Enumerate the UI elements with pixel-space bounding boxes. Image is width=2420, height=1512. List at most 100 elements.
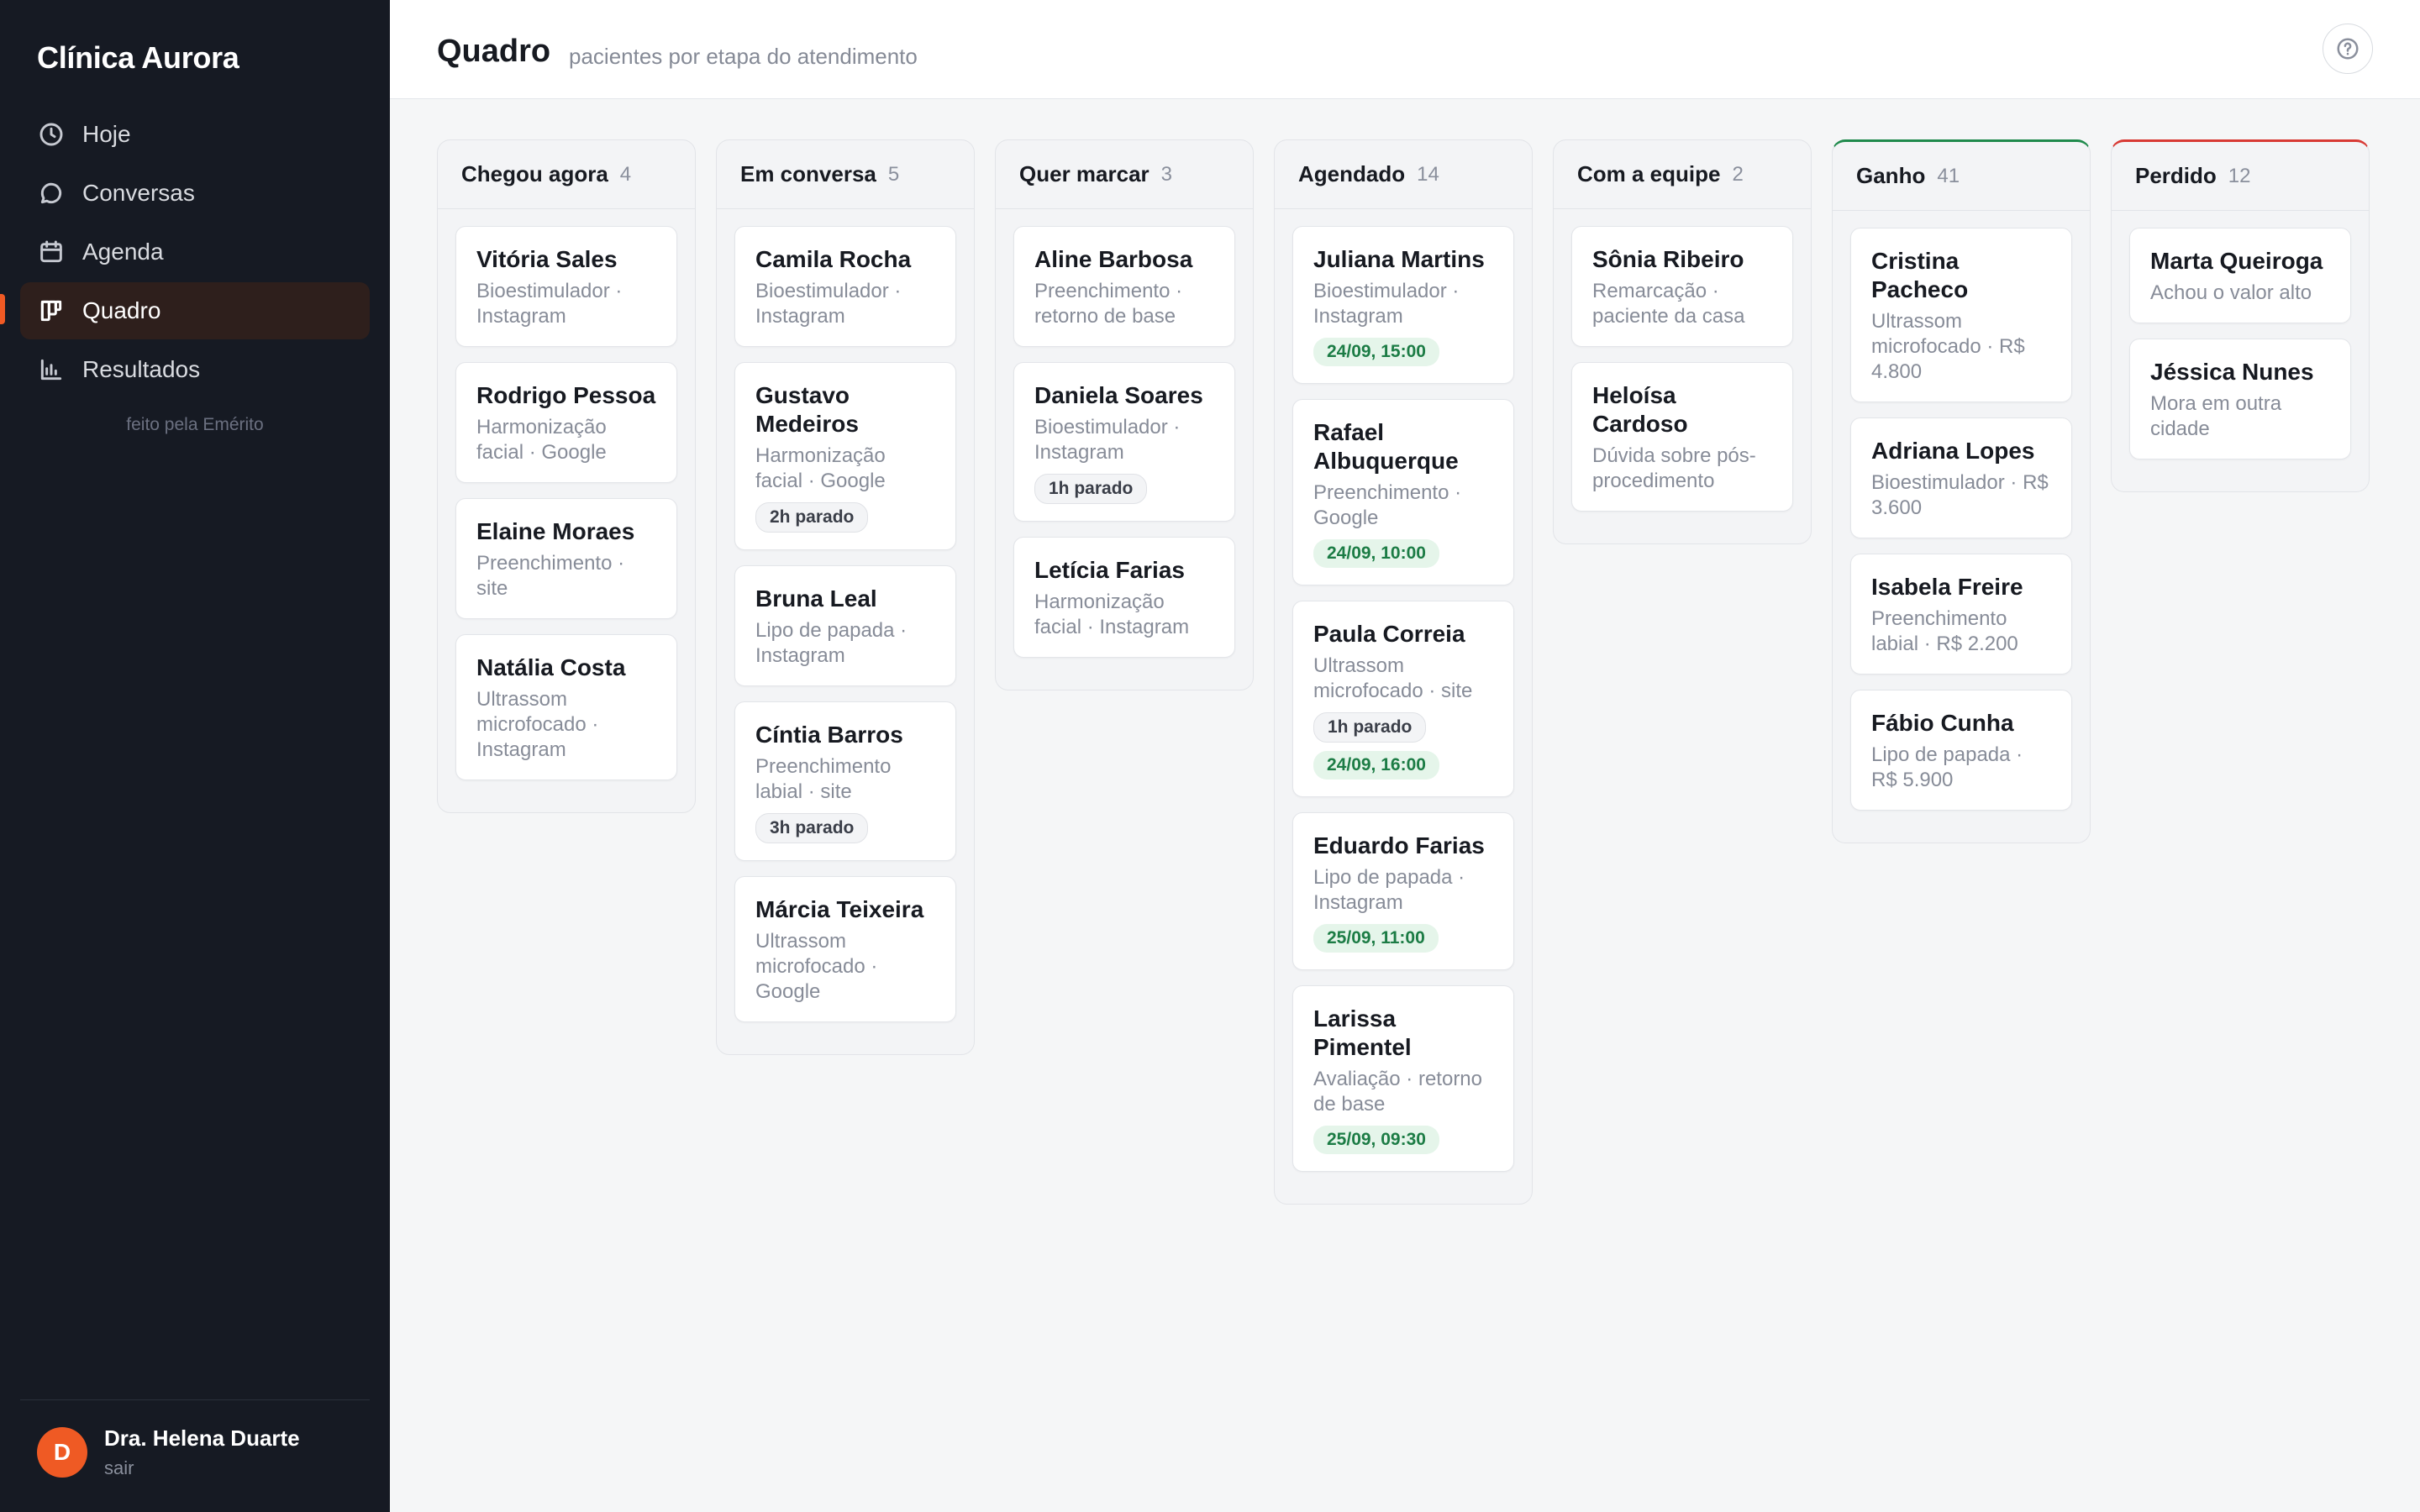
logout-link[interactable]: sair	[104, 1457, 134, 1479]
help-button[interactable]	[2323, 24, 2373, 74]
idle-time-badge: 1h parado	[1034, 474, 1148, 504]
patient-details: Lipo de papada · Instagram	[755, 619, 908, 667]
patient-card[interactable]: Paula Correia Ultrassom microfocado · sit…	[1292, 601, 1514, 797]
column-title: Quer marcar	[1019, 161, 1150, 186]
patient-card[interactable]: Sônia Ribeiro Remarcação · paciente da ca…	[1571, 226, 1793, 347]
column-header: Em conversa 5	[717, 140, 974, 209]
brand-name: Clínica Aurora	[37, 40, 239, 75]
patient-details: Harmonização facial · Google	[755, 444, 886, 492]
card-tags: 1h parado 24/09, 16:00	[1313, 704, 1493, 780]
patient-card[interactable]: Juliana Martins Bioestimulador · Instagra…	[1292, 226, 1514, 384]
column-header: Ganho 41	[1833, 142, 2090, 211]
board-column: Chegou agora 4 Vitória Sales Bioestimulador…	[437, 139, 696, 813]
patient-name: Heloísa Cardoso	[1592, 382, 1688, 437]
patient-name: Sônia Ribeiro	[1592, 246, 1744, 272]
patient-name: Bruna Leal	[755, 585, 877, 612]
patient-card[interactable]: Heloísa Cardoso Dúvida sobre pós-procedim…	[1571, 362, 1793, 512]
patient-card[interactable]: Rafael Albuquerque Preenchimento · Google…	[1292, 399, 1514, 585]
patient-card[interactable]: Marta Queiroga Achou o valor alto	[2129, 228, 2351, 323]
board-column: Agendado 14 Juliana Martins Bioestimulador …	[1274, 139, 1533, 1205]
patient-name: Marta Queiroga	[2150, 248, 2323, 274]
patient-card[interactable]: Rodrigo Pessoa Harmonização facial · Goog…	[455, 362, 677, 483]
sidebar-item-label: Resultados	[82, 356, 201, 382]
patient-card[interactable]: Letícia Farias Harmonização facial · Inst…	[1013, 537, 1235, 658]
column-title: Chegou agora	[461, 161, 608, 186]
sidebar-item-label: Quadro	[82, 297, 161, 323]
sidebar-nav: Hoje Conversas Agenda Quadro Resultados	[20, 106, 370, 400]
patient-card[interactable]: Daniela Soares Bioestimulador · Instagram…	[1013, 362, 1235, 522]
appointment-badge: 25/09, 11:00	[1313, 924, 1439, 953]
patient-details: Bioestimulador · Instagram	[476, 280, 623, 328]
board-column: Ganho 41 Cristina Pacheco Ultrassom microfo…	[1832, 139, 2091, 843]
chat-bubble-icon	[37, 179, 66, 207]
patient-name: Rodrigo Pessoa	[476, 382, 656, 408]
column-title: Ganho	[1856, 163, 1926, 188]
column-count: 4	[619, 162, 632, 186]
patient-card[interactable]: Márcia Teixeira Ultrassom microfocado · G…	[734, 876, 956, 1022]
patient-card[interactable]: Isabela Freire Preenchimento labial · R$ …	[1850, 554, 2072, 675]
appointment-badge: 24/09, 15:00	[1313, 338, 1439, 366]
column-count: 41	[1937, 164, 1960, 187]
patient-name: Vitória Sales	[476, 246, 618, 272]
patient-card[interactable]: Aline Barbosa Preenchimento · retorno de …	[1013, 226, 1235, 347]
patient-card[interactable]: Eduardo Farias Lipo de papada · Instagram…	[1292, 812, 1514, 970]
help-circle-icon	[2335, 36, 2360, 61]
card-tags: 25/09, 09:30	[1313, 1117, 1493, 1154]
patient-name: Isabela Freire	[1871, 574, 2023, 600]
column-count: 3	[1160, 162, 1173, 186]
user-name: Dra. Helena Duarte	[104, 1425, 300, 1451]
patient-card[interactable]: Fábio Cunha Lipo de papada · R$ 5.900	[1850, 690, 2072, 811]
patient-card[interactable]: Elaine Moraes Preenchimento · site	[455, 498, 677, 619]
sidebar-item-agenda[interactable]: Agenda	[20, 223, 370, 281]
kanban-icon	[37, 297, 66, 325]
idle-time-badge: 1h parado	[1313, 712, 1427, 743]
patient-details: Ultrassom microfocado · site	[1313, 654, 1473, 702]
patient-name: Eduardo Farias	[1313, 832, 1485, 858]
board-column: Quer marcar 3 Aline Barbosa Preenchimento ·…	[995, 139, 1254, 690]
patient-card[interactable]: Bruna Leal Lipo de papada · Instagram	[734, 565, 956, 686]
card-tags: 24/09, 10:00	[1313, 531, 1493, 568]
patient-name: Adriana Lopes	[1871, 438, 2035, 464]
patient-card[interactable]: Cristina Pacheco Ultrassom microfocado · …	[1850, 228, 2072, 402]
patient-details: Bioestimulador · Instagram	[755, 280, 902, 328]
sidebar-item-label: Conversas	[82, 180, 195, 206]
appointment-badge: 25/09, 09:30	[1313, 1126, 1439, 1154]
sidebar-item-conversas[interactable]: Conversas	[20, 165, 370, 222]
patient-card[interactable]: Adriana Lopes Bioestimulador · R$ 3.600	[1850, 417, 2072, 538]
patient-name: Cíntia Barros	[755, 722, 903, 748]
card-tags: 3h parado	[755, 805, 935, 843]
patient-card[interactable]: Cíntia Barros Preenchimento labial · site…	[734, 701, 956, 861]
patient-name: Fábio Cunha	[1871, 710, 2014, 736]
patient-name: Aline Barbosa	[1034, 246, 1193, 272]
sidebar-item-hoje[interactable]: Hoje	[20, 106, 370, 163]
patient-name: Elaine Moraes	[476, 518, 635, 544]
patient-card[interactable]: Jéssica Nunes Mora em outra cidade	[2129, 339, 2351, 459]
column-title: Perdido	[2135, 163, 2217, 188]
patient-card[interactable]: Natália Costa Ultrassom microfocado · Ins…	[455, 634, 677, 780]
patient-details: Preenchimento · site	[476, 552, 625, 600]
patient-card[interactable]: Vitória Sales Bioestimulador · Instagram	[455, 226, 677, 347]
patient-card[interactable]: Larissa Pimentel Avaliação · retorno de b…	[1292, 985, 1514, 1172]
patient-name: Márcia Teixeira	[755, 896, 924, 922]
column-header: Agendado 14	[1275, 140, 1532, 209]
column-count: 12	[2228, 164, 2251, 187]
patient-name: Cristina Pacheco	[1871, 248, 1969, 302]
patient-details: Ultrassom microfocado · Instagram	[476, 688, 599, 761]
patient-card[interactable]: Gustavo Medeiros Harmonização facial · Go…	[734, 362, 956, 550]
sidebar-item-quadro[interactable]: Quadro	[20, 282, 370, 339]
patient-card[interactable]: Camila Rocha Bioestimulador · Instagram	[734, 226, 956, 347]
credit-text: feito pela Emérito	[126, 415, 264, 434]
patient-name: Juliana Martins	[1313, 246, 1485, 272]
patient-details: Lipo de papada · Instagram	[1313, 866, 1465, 914]
patient-details: Lipo de papada · R$ 5.900	[1871, 743, 2023, 791]
user-panel: D Dra. Helena Duarte sair	[20, 1399, 370, 1512]
column-header: Quer marcar 3	[996, 140, 1253, 209]
sidebar-item-label: Agenda	[82, 239, 164, 265]
patient-name: Jéssica Nunes	[2150, 359, 2314, 385]
clock-icon	[37, 120, 66, 149]
sidebar-item-resultados[interactable]: Resultados	[20, 341, 370, 398]
patient-name: Larissa Pimentel	[1313, 1005, 1412, 1060]
patient-details: Preenchimento · Google	[1313, 481, 1462, 529]
idle-time-badge: 2h parado	[755, 502, 869, 533]
column-header: Chegou agora 4	[438, 140, 695, 209]
